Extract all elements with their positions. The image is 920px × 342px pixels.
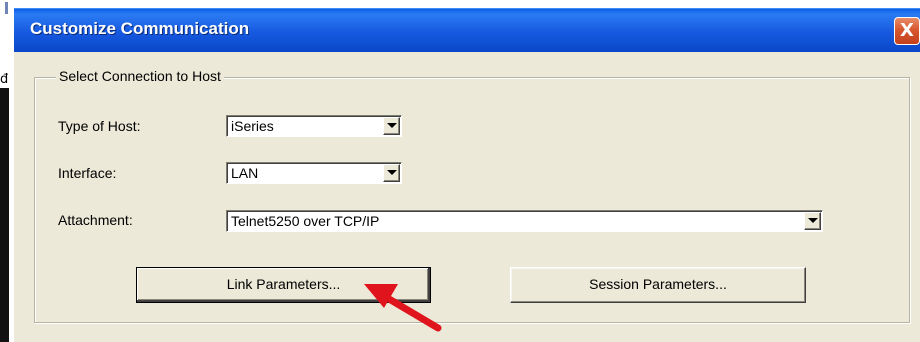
host-type-dropdown[interactable]: iSeries [226, 115, 402, 137]
title-bar[interactable]: Customize Communication X [14, 8, 920, 52]
interface-dropdown[interactable]: LAN [226, 162, 402, 184]
attachment-dropdown[interactable]: Telnet5250 over TCP/IP [226, 210, 823, 232]
dropdown-arrow-icon[interactable] [804, 212, 821, 230]
groupbox-legend: Select Connection to Host [56, 68, 224, 84]
host-type-value: iSeries [231, 118, 274, 134]
host-type-label: Type of Host: [58, 118, 141, 134]
dropdown-arrow-icon[interactable] [383, 164, 400, 182]
interface-value: LAN [231, 165, 259, 181]
close-icon: X [900, 20, 914, 41]
attachment-value: Telnet5250 over TCP/IP [231, 213, 380, 229]
background-window-border [5, 2, 8, 14]
interface-label: Interface: [58, 165, 117, 181]
attachment-label: Attachment: [58, 212, 133, 228]
background-dark-panel [0, 88, 9, 342]
background-glyph: đ [0, 72, 9, 87]
close-button[interactable]: X [894, 17, 920, 45]
dialog-title: Customize Communication [30, 19, 250, 38]
dropdown-arrow-icon[interactable] [383, 117, 400, 135]
session-parameters-button[interactable]: Session Parameters... [510, 267, 806, 303]
annotation-arrow-icon [364, 284, 442, 332]
